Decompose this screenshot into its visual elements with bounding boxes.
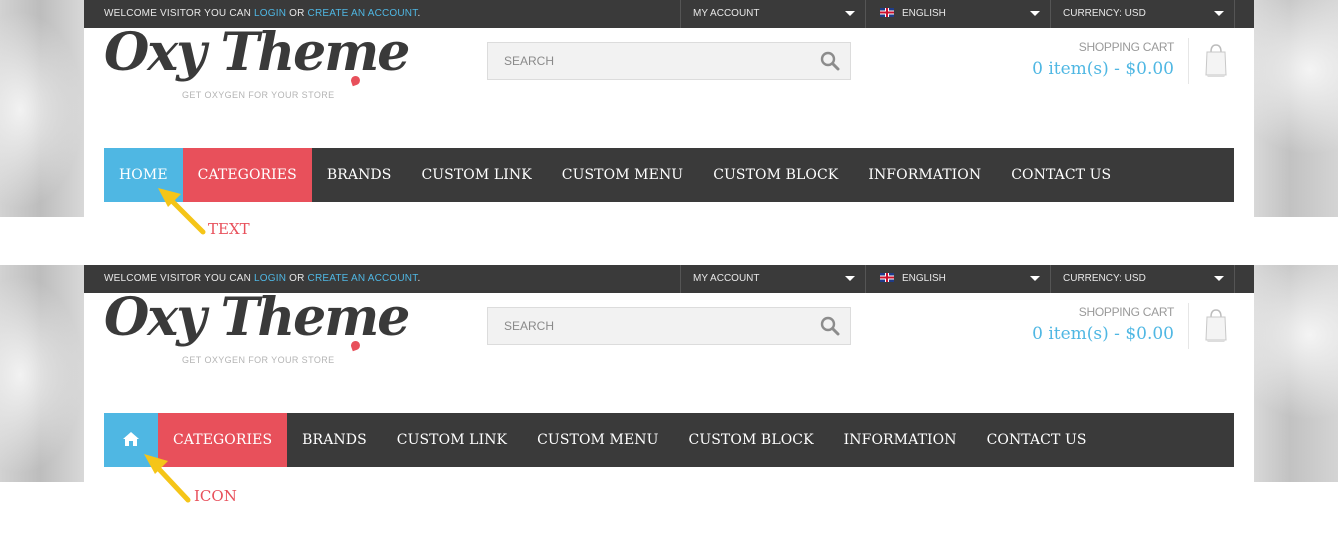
period-text: .	[417, 273, 421, 284]
caret-down-icon	[845, 276, 855, 281]
nav-item-custom-link[interactable]: CUSTOM LINK	[382, 413, 522, 467]
uk-flag-icon	[880, 7, 894, 17]
currency-label: CURRENCY: USD	[1063, 8, 1146, 19]
my-account-dropdown[interactable]: MY ACCOUNT	[680, 0, 865, 28]
my-account-dropdown[interactable]: MY ACCOUNT	[680, 265, 865, 293]
cart-total[interactable]: 0 item(s) - $0.00	[1032, 59, 1174, 79]
nav-item-brands[interactable]: BRANDS	[287, 413, 382, 467]
main-nav: HOME CATEGORIES BRANDS CUSTOM LINK CUSTO…	[104, 148, 1234, 202]
my-account-label: MY ACCOUNT	[693, 8, 760, 19]
annotation-label-icon: ICON	[194, 487, 237, 505]
nav-item-custom-link[interactable]: CUSTOM LINK	[406, 148, 546, 202]
language-label: ENGLISH	[902, 273, 946, 284]
search-icon[interactable]	[820, 51, 840, 71]
language-label: ENGLISH	[902, 8, 946, 19]
topbar-divider	[1234, 0, 1254, 28]
annotation-arrow-icon	[158, 188, 206, 235]
my-account-label: MY ACCOUNT	[693, 273, 760, 284]
nav-item-contact-us[interactable]: CONTACT US	[972, 413, 1102, 467]
shopping-bag-icon[interactable]	[1204, 42, 1228, 78]
currency-label: CURRENCY: USD	[1063, 273, 1146, 284]
caret-down-icon	[1214, 276, 1224, 281]
nav-item-information[interactable]: INFORMATION	[829, 413, 972, 467]
nav-item-brands[interactable]: BRANDS	[312, 148, 407, 202]
nav-item-contact-us[interactable]: CONTACT US	[996, 148, 1126, 202]
nav-item-custom-block[interactable]: CUSTOM BLOCK	[698, 148, 853, 202]
annotation-label-text: TEXT	[208, 220, 250, 238]
search-icon[interactable]	[820, 316, 840, 336]
caret-down-icon	[1030, 276, 1040, 281]
currency-dropdown[interactable]: CURRENCY: USD	[1050, 265, 1234, 293]
search-input[interactable]	[488, 308, 808, 344]
caret-down-icon	[845, 11, 855, 16]
uk-flag-icon	[880, 272, 894, 282]
caret-down-icon	[1030, 11, 1040, 16]
period-text: .	[417, 8, 421, 19]
search-input[interactable]	[488, 43, 808, 79]
search-box	[487, 307, 851, 345]
nav-item-information[interactable]: INFORMATION	[853, 148, 996, 202]
language-dropdown[interactable]: ENGLISH	[865, 265, 1050, 293]
cart-divider	[1188, 303, 1189, 349]
cart-total[interactable]: 0 item(s) - $0.00	[1032, 324, 1174, 344]
shopping-bag-icon[interactable]	[1204, 307, 1228, 343]
annotation-arrow-icon	[144, 454, 191, 503]
caret-down-icon	[1214, 11, 1224, 16]
cart-divider	[1188, 38, 1189, 84]
topbar-divider	[1234, 265, 1254, 293]
main-nav: CATEGORIES BRANDS CUSTOM LINK CUSTOM MEN…	[104, 413, 1234, 467]
currency-dropdown[interactable]: CURRENCY: USD	[1050, 0, 1234, 28]
nav-item-custom-block[interactable]: CUSTOM BLOCK	[674, 413, 829, 467]
cart-label: SHOPPING CART	[1078, 40, 1175, 54]
nav-item-custom-menu[interactable]: CUSTOM MENU	[547, 148, 698, 202]
cart-label: SHOPPING CART	[1078, 305, 1175, 319]
search-box	[487, 42, 851, 80]
language-dropdown[interactable]: ENGLISH	[865, 0, 1050, 28]
nav-item-custom-menu[interactable]: CUSTOM MENU	[522, 413, 673, 467]
